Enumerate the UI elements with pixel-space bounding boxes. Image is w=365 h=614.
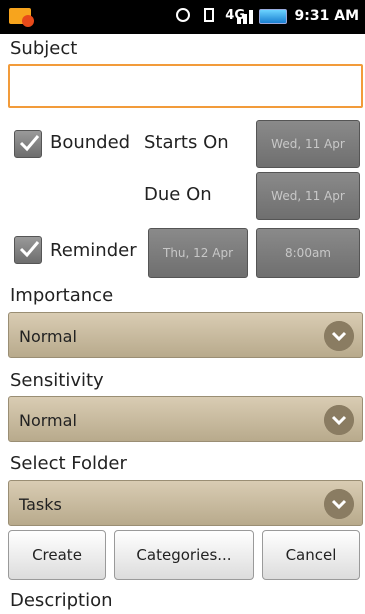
vibrate-icon: [204, 8, 215, 22]
reminder-label: Reminder: [50, 240, 137, 261]
reminder-date-button[interactable]: Thu, 12 Apr: [148, 228, 248, 278]
sensitivity-value: Normal: [19, 411, 77, 430]
status-bar: 4G 9:31 AM: [0, 0, 365, 34]
checkmark-icon: [19, 241, 40, 258]
due-on-label: Due On: [144, 184, 212, 205]
bounded-label: Bounded: [50, 132, 131, 153]
chevron-down-icon: [324, 405, 354, 435]
chevron-down-icon: [324, 489, 354, 519]
sensitivity-label: Sensitivity: [10, 370, 104, 391]
importance-label: Importance: [10, 285, 114, 306]
status-time: 9:31 AM: [294, 8, 359, 24]
importance-dropdown[interactable]: Normal: [8, 312, 363, 358]
subject-label: Subject: [10, 38, 78, 59]
reminder-time-button[interactable]: 8:00am: [256, 228, 360, 278]
importance-value: Normal: [19, 327, 77, 346]
status-icons: 4G: [173, 7, 245, 23]
folder-value: Tasks: [19, 495, 62, 514]
cancel-button[interactable]: Cancel: [262, 530, 360, 580]
categories-button[interactable]: Categories...: [114, 530, 254, 580]
description-label: Description: [10, 590, 113, 611]
sensitivity-dropdown[interactable]: Normal: [8, 396, 363, 442]
checkmark-icon: [19, 135, 40, 152]
create-button[interactable]: Create: [8, 530, 106, 580]
signal-icon: [237, 8, 253, 24]
starts-on-label: Starts On: [144, 132, 229, 153]
starts-on-date-button[interactable]: Wed, 11 Apr: [256, 120, 360, 168]
subject-input[interactable]: [8, 64, 363, 108]
bounded-checkbox[interactable]: [14, 130, 42, 158]
chevron-down-icon: [324, 321, 354, 351]
battery-icon: [259, 9, 287, 24]
rotate-icon: [176, 8, 191, 22]
select-folder-label: Select Folder: [10, 453, 127, 474]
folder-dropdown[interactable]: Tasks: [8, 480, 363, 526]
reminder-checkbox[interactable]: [14, 236, 42, 264]
notification-icon: [9, 8, 34, 27]
due-on-date-button[interactable]: Wed, 11 Apr: [256, 172, 360, 220]
